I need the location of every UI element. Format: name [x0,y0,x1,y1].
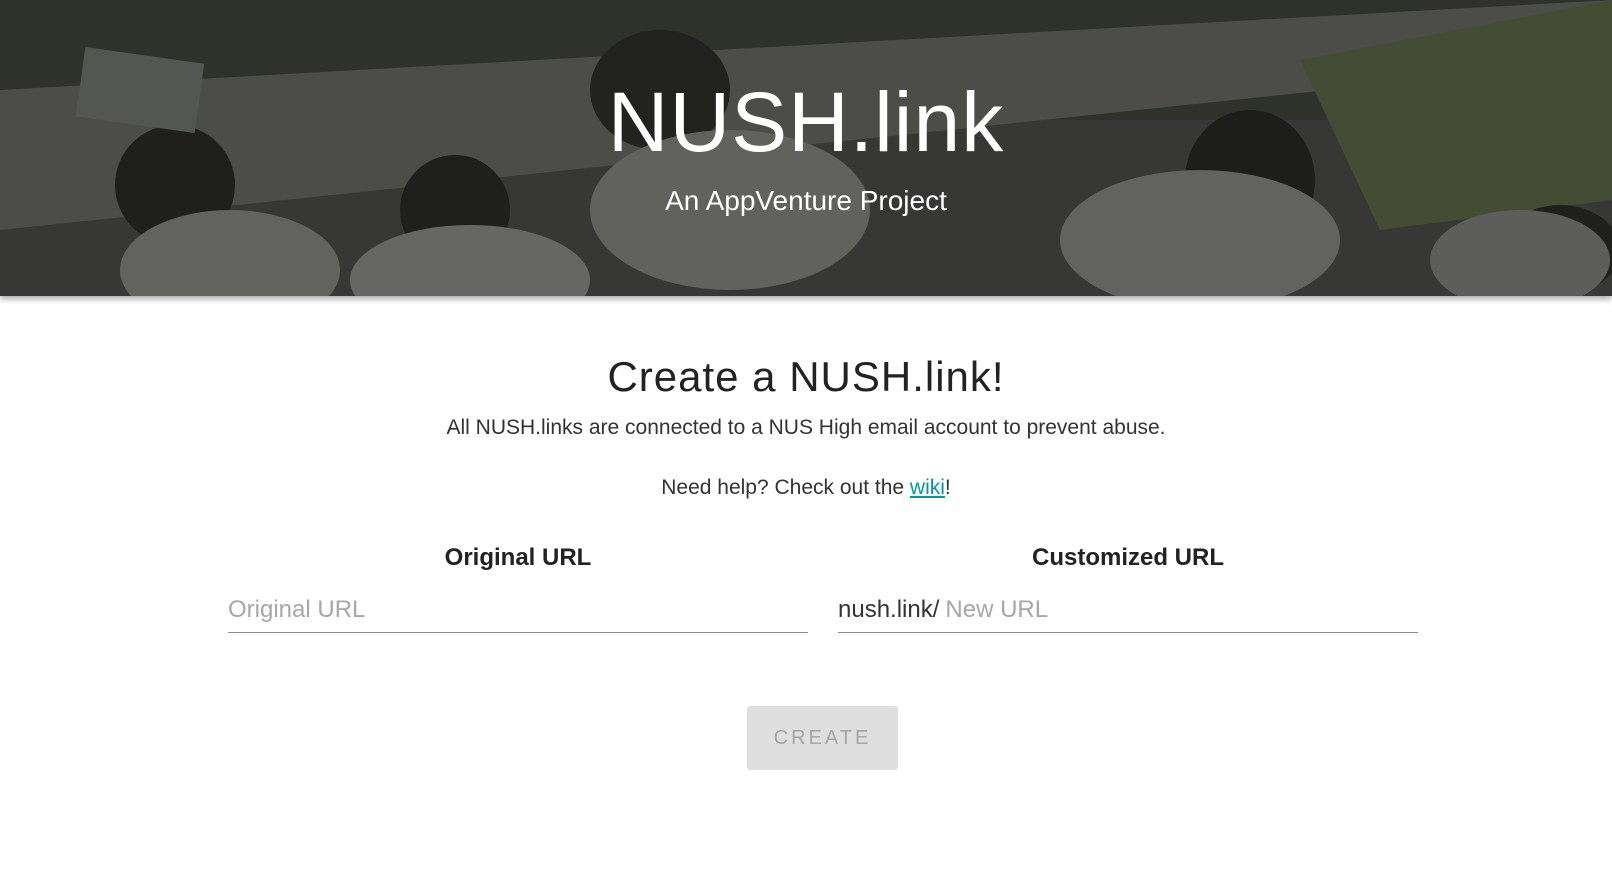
help-text-suffix: ! [944,476,951,499]
hero-banner: NUSH.link An AppVenture Project [0,0,1612,296]
site-subtitle: An AppVenture Project [665,185,947,216]
help-text-prefix: Need help? Check out the [661,476,910,499]
customized-url-input[interactable] [945,590,1418,630]
create-button[interactable]: CREATE [747,706,898,770]
intro-text: All NUSH.links are connected to a NUS Hi… [446,416,1166,439]
original-url-label: Original URL [444,544,592,571]
wiki-link[interactable]: wiki [910,476,945,499]
page-heading: Create a NUSH.link! [607,353,1005,400]
site-title: NUSH.link [607,75,1005,169]
create-link-section: Create a NUSH.link! All NUSH.links are c… [0,296,1612,873]
help-text: Need help? Check out the wiki! [0,475,1612,501]
url-prefix: nush.link/ [838,596,940,623]
original-url-input[interactable] [228,590,808,630]
customized-url-label: Customized URL [1032,544,1224,571]
original-url-field [228,588,808,633]
customized-url-field: nush.link/ [838,588,1418,633]
